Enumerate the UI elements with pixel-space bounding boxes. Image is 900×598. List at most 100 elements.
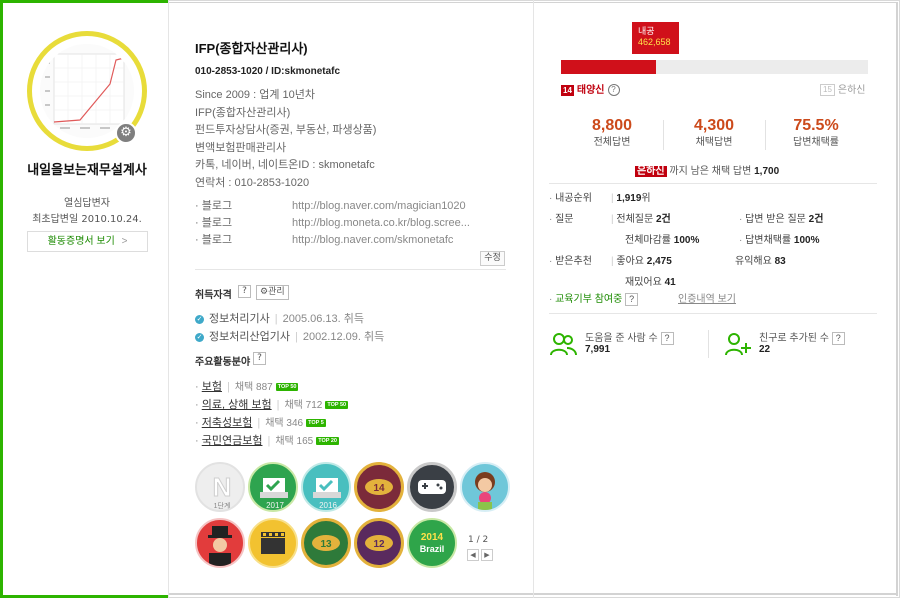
top-rank-badge: TOP 50 [275,383,299,392]
info-value: 100% [793,235,820,246]
remaining-to-next-level: 은하신 까지 남은 채택 답변 1,700 [635,162,779,177]
cert-history-link[interactable]: 인증내역 보기 [678,294,736,305]
badge-game[interactable] [407,462,457,512]
helped-label: 도움을 준 사람 수 [585,333,658,344]
badge-12[interactable]: 12 [354,518,404,568]
rank-value: 1,919 [616,193,642,204]
next-level: 15 은하신 [820,81,866,97]
naegong-value: 462,658 [638,37,671,47]
badge-level-1[interactable]: N 1단계 [195,462,245,512]
certificates-help-icon[interactable]: ? [238,285,251,298]
blog-link[interactable]: http://blog.naver.com/skmonetafc [292,232,482,249]
section-divider [549,183,877,184]
naegong-label: 내공 [638,26,655,36]
info-label: 답변 받은 질문 [745,214,806,225]
badge-gentleman[interactable] [195,518,245,568]
info-label: 전체질문 [616,214,654,225]
info-donation: · 교육기부 참여중 ? [549,293,639,306]
added-label: 친구로 추가된 수 [759,333,829,344]
frame-right-border [896,2,898,596]
field-item: · 저축성보험 | 채택 346 TOP 5 [195,414,348,432]
badge-label: Brazil [420,544,445,554]
blog-link[interactable]: http://blog.moneta.co.kr/blog.scree... [292,215,482,232]
added-help-icon[interactable]: ? [831,331,845,345]
badge-2016[interactable]: 2016 [301,462,351,512]
info-useful: 유익해요 83 [735,255,786,268]
certificates-manage-button[interactable]: ⚙관리 [256,285,289,300]
donation-help-icon[interactable]: ? [625,293,639,306]
badge-label: 14 [373,483,385,494]
edit-button[interactable]: 수정 [480,251,505,266]
info-value: 2건 [655,214,671,225]
info-value: 2건 [808,214,824,225]
next-level-name: 은하신 [837,85,866,96]
stat-label: 채택답변 [695,137,733,148]
intro-line: 변액보험판매관리사 [195,141,287,154]
level-progress-bar [561,60,868,74]
separator: | [294,331,298,343]
stat-value: 8,800 [591,117,633,134]
separator: | [611,256,614,267]
level-help-icon[interactable]: ? [607,84,620,97]
badge-prev-button[interactable]: ◀ [467,549,479,561]
intro-line: Since 2009 : 업계 10년차 [195,89,315,101]
field-item: · 국민연금보험 | 채택 165 TOP 20 [195,432,348,450]
nickname: 내일을보는재무설계사 [27,162,147,177]
blog-item: · 블로그 http://blog.naver.com/magician1020 [195,198,505,215]
added-count: 22 [759,344,771,355]
phone-id: 010-2853-1020 / ID:skmonetafc [195,66,341,77]
info-recommendations: · 받은추천 [549,255,592,268]
intro-line: IFP(종합자산관리사) [195,106,291,119]
chevron-right-icon: > [121,236,128,247]
badge-14[interactable]: 14 [354,462,404,512]
info-cert-history: 인증내역 보기 [678,293,736,306]
badge-next-button[interactable]: ▶ [481,549,493,561]
activity-certificate-button[interactable]: 활동증명서 보기 > [27,231,148,252]
blog-label: · 블로그 [195,200,233,212]
field-link[interactable]: 보험 [202,381,222,393]
blog-item: · 블로그 http://blog.moneta.co.kr/blog.scre… [195,215,505,232]
badge-2014-brazil[interactable]: 2014 Brazil [407,518,457,568]
info-adoption-rate: · 답변채택률 100% [739,234,819,247]
field-count: 채택 165 [275,436,314,447]
separator: | [611,193,614,204]
badge-13[interactable]: 13 [301,518,351,568]
intro-line: 연락처 : 010-2853-1020 [195,176,310,189]
info-label: 답변채택률 [745,235,792,246]
gear-icon[interactable]: ⚙ [115,122,137,144]
remain-count: 1,700 [754,166,780,177]
badge-rose[interactable] [460,462,510,512]
top-rank-badge: TOP 5 [306,419,326,428]
helped-help-icon[interactable]: ? [660,331,674,345]
helped-count: 7,991 [585,344,611,355]
current-level-name: 태양신 [576,85,605,96]
info-label: 좋아요 [616,256,644,267]
bullet: · [195,417,202,429]
badge-label: 2014 [421,532,444,543]
badge-movie[interactable] [248,518,298,568]
check-icon: ✓ [195,332,204,342]
first-answer-date: 최초답변일 2010.10.24. [32,214,142,225]
certificate-date: 2002.12.09. 취득 [302,331,385,343]
people-icon [550,333,577,356]
stat-label: 답변채택률 [793,137,839,148]
added-label-row: 친구로 추가된 수 ? [759,329,845,345]
info-likes: | 좋아요 2,475 [611,255,672,268]
blog-item: · 블로그 http://blog.naver.com/skmonetafc [195,232,505,249]
stat-adoption-rate: 75.5% 답변채택률 [766,116,866,149]
info-label: 질문 [555,214,574,225]
main-field-list: · 보험 | 채택 887 TOP 50 · 의료, 상해 보험 | 채택 712 TOP … [195,378,349,450]
badge-2017[interactable]: 2017 [248,462,298,512]
field-link[interactable]: 국민연금보험 [202,435,263,447]
certificate-list: ✓ 정보처리기사 | 2005.06.13. 취득 ✓ 정보처리산업기사 | 2002.12… [195,310,384,346]
column-divider [168,0,169,598]
separator: | [274,313,278,325]
field-link[interactable]: 저축성보험 [202,417,253,429]
field-link[interactable]: 의료, 상해 보험 [202,399,272,411]
main-fields-help-icon[interactable]: ? [253,352,266,365]
bullet: · [195,399,202,411]
intro-text: Since 2009 : 업계 10년차 IFP(종합자산관리사) 펀드투자상담… [195,87,376,193]
blog-link[interactable]: http://blog.naver.com/magician1020 [292,198,482,215]
top-rank-badge: TOP 50 [325,401,349,410]
add-friend-icon [725,333,751,356]
